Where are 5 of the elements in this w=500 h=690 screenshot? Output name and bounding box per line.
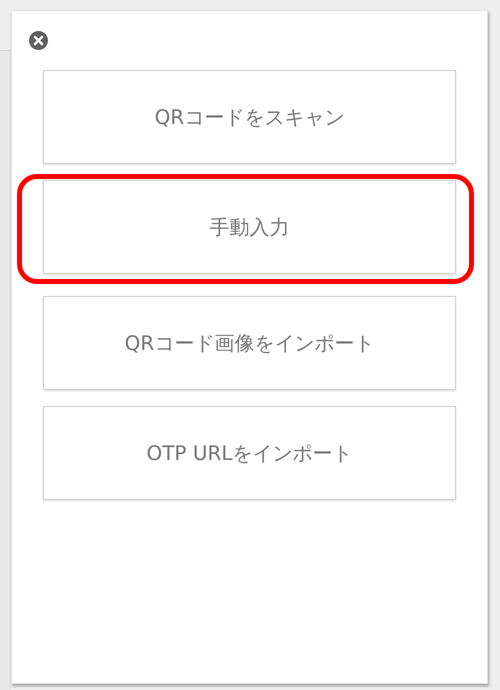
menu-button[interactable]: QRコード画像をインポート [43, 296, 456, 390]
menu-button[interactable]: OTP URLをインポート [43, 406, 456, 500]
menu-button[interactable]: QRコードをスキャン [43, 70, 456, 164]
menu-button[interactable]: 手動入力 [43, 180, 456, 274]
close-icon[interactable] [29, 31, 48, 50]
